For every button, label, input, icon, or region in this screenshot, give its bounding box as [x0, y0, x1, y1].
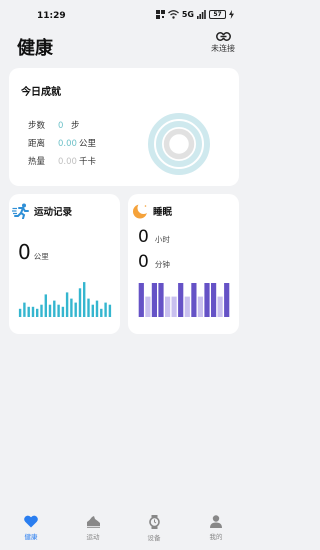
stat-row-steps: 步数 0 步 [28, 117, 96, 135]
sleep-block-light [171, 296, 177, 317]
stat-label: 步数 [28, 121, 46, 131]
sport-bar [40, 304, 43, 317]
stat-unit: 千卡 [79, 157, 97, 167]
stat-value: 0 [58, 121, 64, 131]
qr-icon [155, 10, 165, 19]
sleep-card[interactable]: 睡眠 0 小时 0 分钟 [128, 194, 239, 334]
tab-label: 运动 [86, 533, 100, 541]
sport-card[interactable]: 运动记录 0 公里 [9, 194, 120, 334]
sleep-header: 睡眠 [131, 203, 172, 219]
heart-icon [24, 515, 38, 528]
status-icons: 5G 57 [155, 10, 234, 19]
achievement-stats: 步数 0 步 距离 0.00 公里 热量 0.00 千卡 [28, 117, 96, 171]
sport-bar [100, 308, 103, 317]
sleep-title: 睡眠 [153, 207, 173, 218]
sleep-block-light [217, 296, 223, 317]
link-icon [215, 32, 231, 41]
sport-bar [87, 298, 90, 317]
connect-label: 未连接 [211, 44, 235, 53]
sleep-minutes: 0 分钟 [138, 252, 170, 272]
sport-bar [83, 282, 86, 317]
running-icon [12, 203, 29, 219]
achievement-title: 今日成就 [21, 87, 61, 98]
achievement-card[interactable]: 今日成就 步数 0 步 距离 0.00 公里 热量 0.00 千卡 [9, 68, 239, 186]
sleep-chart [138, 283, 230, 317]
sport-bar [74, 302, 77, 317]
tab-health[interactable]: 健康 [11, 515, 51, 541]
moon-icon [133, 203, 149, 219]
sleep-block-deep [224, 283, 230, 317]
activity-rings [148, 113, 210, 175]
sleep-block-light [165, 296, 171, 317]
sport-bar [65, 292, 69, 317]
sleep-hours-unit: 小时 [154, 235, 170, 244]
stat-label: 距离 [28, 139, 46, 149]
sport-distance: 0 公里 [18, 240, 49, 264]
sport-bar [27, 306, 30, 317]
sport-bar [23, 302, 26, 317]
stat-unit: 公里 [79, 139, 97, 149]
tab-label: 设备 [147, 534, 161, 542]
sleep-minutes-value: 0 [138, 252, 149, 272]
shoe-icon [86, 516, 100, 528]
status-time: 11:29 [37, 11, 66, 21]
sport-bar [104, 302, 107, 317]
sleep-block-deep [138, 283, 144, 317]
sleep-minutes-unit: 分钟 [154, 260, 170, 269]
sport-bar [44, 294, 47, 317]
stat-unit: 步 [71, 121, 80, 131]
sleep-hours: 0 小时 [138, 227, 170, 247]
charging-icon [229, 10, 234, 19]
tab-label: 我的 [209, 533, 223, 541]
tab-sport[interactable]: 运动 [73, 515, 113, 541]
sport-title: 运动记录 [34, 207, 73, 218]
watch-icon [148, 515, 160, 529]
sport-bar [70, 298, 73, 317]
sport-bar [36, 308, 39, 317]
sport-bar-chart [18, 282, 112, 317]
stat-row-calories: 热量 0.00 千卡 [28, 153, 96, 171]
tab-mine[interactable]: 我的 [196, 515, 236, 541]
sleep-block-light [197, 296, 203, 317]
sport-bar [18, 308, 22, 317]
sleep-block-deep [151, 283, 157, 317]
status-bar: 11:29 5G 57 [0, 0, 248, 30]
ring-inner [163, 128, 195, 160]
stat-value: 0.00 [58, 139, 77, 149]
sport-bar [91, 304, 94, 317]
header: 健康 未连接 [0, 30, 248, 66]
stat-row-distance: 距离 0.00 公里 [28, 135, 96, 153]
sleep-hours-value: 0 [138, 227, 149, 247]
sleep-block-deep [158, 283, 164, 317]
sport-distance-unit: 公里 [33, 252, 49, 261]
tab-bar: 健康 运动 设备 我的 [0, 509, 248, 550]
stat-value: 0.00 [58, 157, 77, 167]
person-icon [210, 515, 222, 528]
sleep-block-deep [178, 283, 184, 317]
stat-label: 热量 [28, 157, 46, 167]
wifi-icon [167, 10, 179, 19]
sport-bar [95, 300, 99, 317]
sport-bar [48, 304, 52, 317]
connect-button[interactable]: 未连接 [208, 32, 238, 54]
sport-header: 运动记录 [12, 203, 72, 219]
sport-bar [61, 306, 65, 317]
sport-distance-value: 0 [18, 240, 31, 264]
signal-icon [197, 10, 206, 19]
sport-bar [57, 304, 60, 317]
network-label: 5G [181, 10, 194, 19]
tab-device[interactable]: 设备 [134, 515, 174, 542]
sleep-block-light [145, 296, 151, 317]
sleep-block-light [184, 296, 190, 317]
sleep-block-deep [211, 283, 217, 317]
sleep-block-deep [204, 283, 210, 317]
sleep-block-deep [191, 283, 197, 317]
battery-indicator: 57 [209, 10, 226, 19]
sport-bar [108, 304, 112, 317]
sport-bar [53, 300, 56, 317]
sport-bar [78, 288, 82, 317]
sport-bar [31, 306, 35, 317]
page-title: 健康 [17, 38, 53, 59]
tab-label: 健康 [24, 533, 38, 541]
